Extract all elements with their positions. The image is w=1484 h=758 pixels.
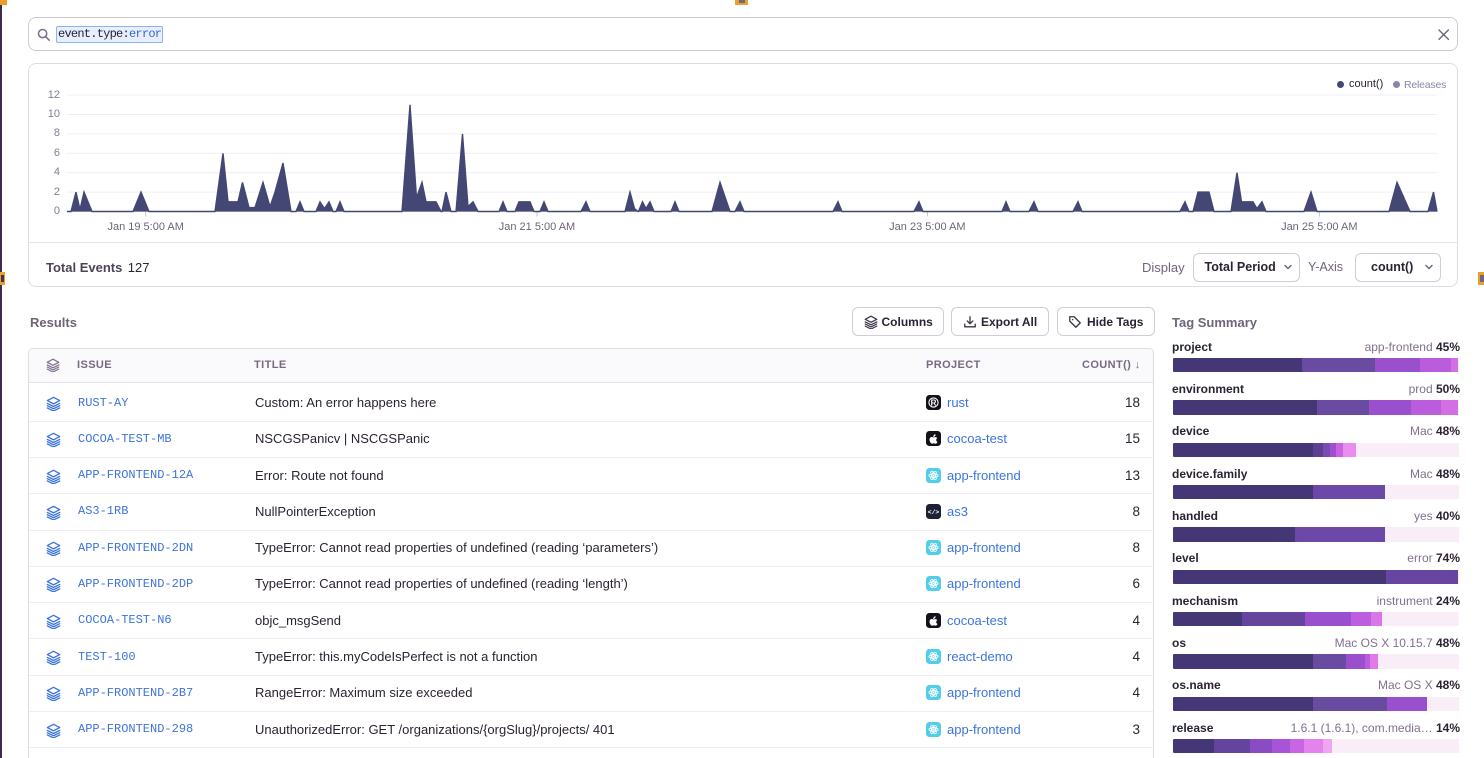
svg-text:R: R (931, 398, 937, 407)
svg-text:</>: </> (928, 509, 940, 516)
